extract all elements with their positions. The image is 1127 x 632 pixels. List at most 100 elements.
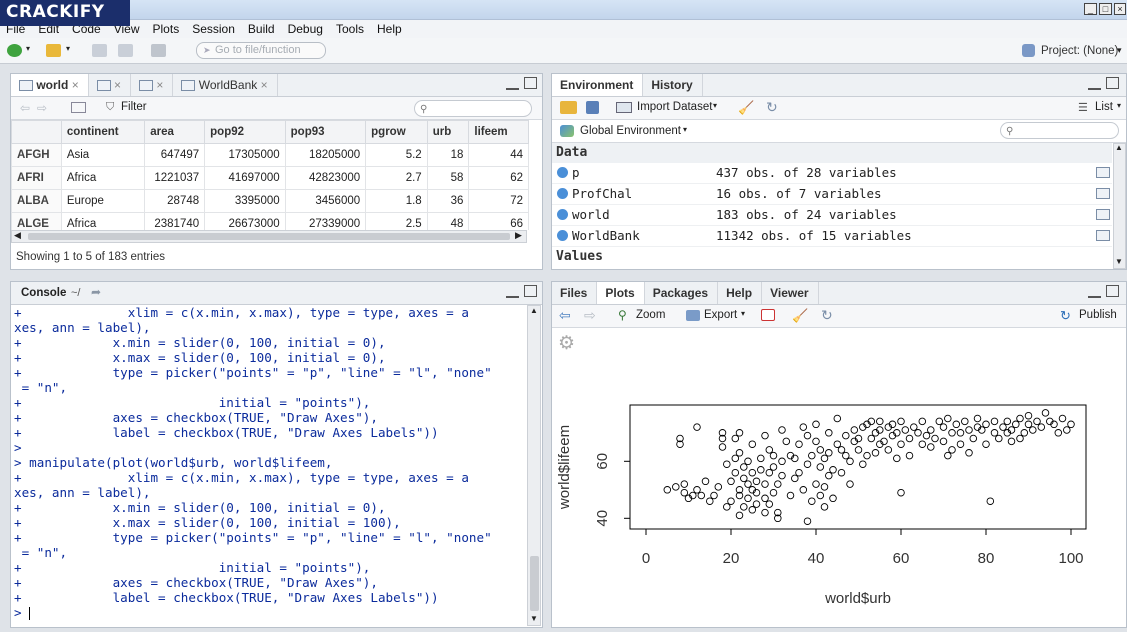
scroll-up-icon[interactable]: ▲ — [530, 306, 538, 315]
expand-icon[interactable] — [557, 167, 568, 178]
close-tab-icon[interactable]: × — [72, 78, 79, 92]
open-folder-icon[interactable] — [46, 44, 61, 57]
minimize-pane-icon[interactable] — [506, 78, 519, 90]
console-prompt[interactable]: > — [14, 605, 526, 620]
goto-file-input[interactable]: Go to file/function — [196, 42, 326, 59]
column-header-pop92[interactable]: pop92 — [204, 120, 286, 144]
tab-world[interactable]: world × — [11, 74, 89, 96]
expand-icon[interactable] — [557, 209, 568, 220]
global-environment-dropdown[interactable]: Global Environment — [580, 125, 681, 137]
new-file-icon[interactable] — [7, 44, 22, 57]
close-tab-icon[interactable]: × — [156, 78, 163, 92]
environment-item[interactable]: world 183 obs. of 24 variables — [552, 205, 1112, 226]
view-table-icon[interactable] — [1096, 209, 1110, 220]
minimize-pane-icon[interactable] — [1088, 78, 1101, 90]
tab-environment[interactable]: Environment — [552, 74, 644, 96]
popout-icon[interactable] — [71, 102, 86, 113]
forward-arrow-icon[interactable]: ⇨ — [37, 101, 47, 115]
publish-button[interactable]: Publish — [1079, 309, 1117, 321]
menu-tools[interactable]: Tools — [330, 20, 371, 36]
close-button[interactable]: × — [1114, 3, 1126, 15]
refresh-icon[interactable]: ↻ — [766, 99, 778, 116]
scope-dropdown-icon[interactable]: ▾ — [683, 125, 687, 134]
save-workspace-icon[interactable] — [586, 101, 599, 114]
maximize-pane-icon[interactable] — [1106, 285, 1119, 297]
back-arrow-icon[interactable]: ⇦ — [20, 101, 30, 115]
expand-icon[interactable] — [557, 188, 568, 199]
tab-worldbank[interactable]: WorldBank × — [173, 74, 278, 96]
list-view-button[interactable]: List — [1095, 101, 1113, 113]
project-menu[interactable]: Project: (None) — [1041, 45, 1118, 57]
close-tab-icon[interactable]: × — [114, 78, 121, 92]
scroll-down-icon[interactable]: ▼ — [530, 614, 538, 623]
expand-icon[interactable] — [557, 230, 568, 241]
broom-clear-icon[interactable]: 🧹 — [792, 308, 808, 324]
maximize-pane-icon[interactable] — [524, 285, 537, 297]
column-header-continent[interactable]: continent — [60, 120, 146, 144]
broom-clear-icon[interactable]: 🧹 — [738, 100, 754, 116]
environment-item[interactable]: p 437 obs. of 28 variables — [552, 163, 1112, 184]
new-file-dropdown-icon[interactable]: ▾ — [26, 44, 30, 53]
tab-help[interactable]: Help — [718, 282, 763, 304]
tab-history[interactable]: History — [643, 74, 703, 96]
list-dropdown-icon[interactable]: ▾ — [1117, 101, 1121, 110]
column-header-lifeem[interactable]: lifeem — [468, 120, 529, 144]
horizontal-scrollbar[interactable]: ◀ ▶ — [11, 230, 527, 243]
menu-build[interactable]: Build — [242, 20, 282, 36]
tab-viewer[interactable]: Viewer — [762, 282, 819, 304]
maximize-pane-icon[interactable] — [1106, 77, 1119, 89]
open-dropdown-icon[interactable]: ▾ — [66, 44, 70, 53]
table-search-input[interactable]: ⚲ — [414, 100, 532, 117]
environment-item[interactable]: WorldBank 11342 obs. of 15 variables — [552, 226, 1112, 247]
tab-plots[interactable]: Plots — [597, 282, 645, 304]
menu-plots[interactable]: Plots — [147, 20, 187, 36]
zoom-button[interactable]: Zoom — [636, 309, 665, 321]
tab-data-2[interactable]: × — [89, 74, 132, 96]
tab-packages[interactable]: Packages — [645, 282, 719, 304]
menu-help[interactable]: Help — [371, 20, 409, 36]
scrollbar-thumb[interactable] — [28, 233, 510, 240]
console-output[interactable]: + xlim = c(x.min, x.max), type = type, a… — [14, 305, 526, 625]
environment-search-input[interactable]: ⚲ — [1000, 122, 1119, 139]
close-tab-icon[interactable]: × — [261, 78, 268, 92]
view-table-icon[interactable] — [1096, 230, 1110, 241]
view-table-icon[interactable] — [1096, 188, 1110, 199]
column-header-pgrow[interactable]: pgrow — [365, 120, 428, 144]
console-scrollbar[interactable]: ▲ ▼ — [527, 305, 541, 626]
environment-item[interactable]: ProfChal 16 obs. of 7 variables — [552, 184, 1112, 205]
export-button[interactable]: Export — [704, 309, 737, 321]
column-header-urb[interactable]: urb — [426, 120, 470, 144]
maximize-button[interactable]: □ — [1099, 3, 1112, 15]
minimize-pane-icon[interactable] — [506, 286, 519, 298]
scroll-down-icon[interactable]: ▼ — [1115, 257, 1123, 266]
remove-plot-icon[interactable] — [761, 309, 775, 321]
column-header-rownames[interactable] — [11, 120, 62, 144]
menu-debug[interactable]: Debug — [282, 20, 330, 36]
working-directory[interactable]: ~/ — [71, 287, 80, 299]
column-header-pop93[interactable]: pop93 — [284, 120, 367, 144]
load-workspace-icon[interactable] — [560, 101, 577, 114]
import-dataset-button[interactable]: Import Dataset — [637, 101, 712, 113]
view-table-icon[interactable] — [1096, 167, 1110, 178]
refresh-icon[interactable]: ↻ — [821, 307, 833, 324]
scrollbar-thumb[interactable] — [530, 556, 539, 611]
save-all-icon[interactable] — [118, 44, 133, 57]
project-dropdown-icon[interactable]: ▾ — [1117, 45, 1122, 56]
go-to-directory-icon[interactable]: ➦ — [91, 285, 101, 299]
next-plot-icon[interactable]: ⇨ — [584, 307, 596, 324]
vertical-scrollbar[interactable]: ▲ ▼ — [1113, 143, 1126, 269]
minimize-button[interactable]: _ — [1084, 3, 1097, 15]
previous-plot-icon[interactable]: ⇦ — [559, 307, 571, 324]
tab-data-3[interactable]: × — [131, 74, 174, 96]
minimize-pane-icon[interactable] — [1088, 286, 1101, 298]
column-header-area[interactable]: area — [144, 120, 206, 144]
scroll-left-icon[interactable]: ◀ — [14, 230, 21, 241]
maximize-pane-icon[interactable] — [524, 77, 537, 89]
scroll-up-icon[interactable]: ▲ — [1115, 143, 1123, 152]
filter-button[interactable]: Filter — [121, 101, 147, 113]
tab-files[interactable]: Files — [552, 282, 598, 304]
scroll-right-icon[interactable]: ▶ — [515, 230, 522, 241]
menu-session[interactable]: Session — [186, 20, 242, 36]
save-icon[interactable] — [92, 44, 107, 57]
import-dropdown-icon[interactable]: ▾ — [713, 101, 717, 110]
